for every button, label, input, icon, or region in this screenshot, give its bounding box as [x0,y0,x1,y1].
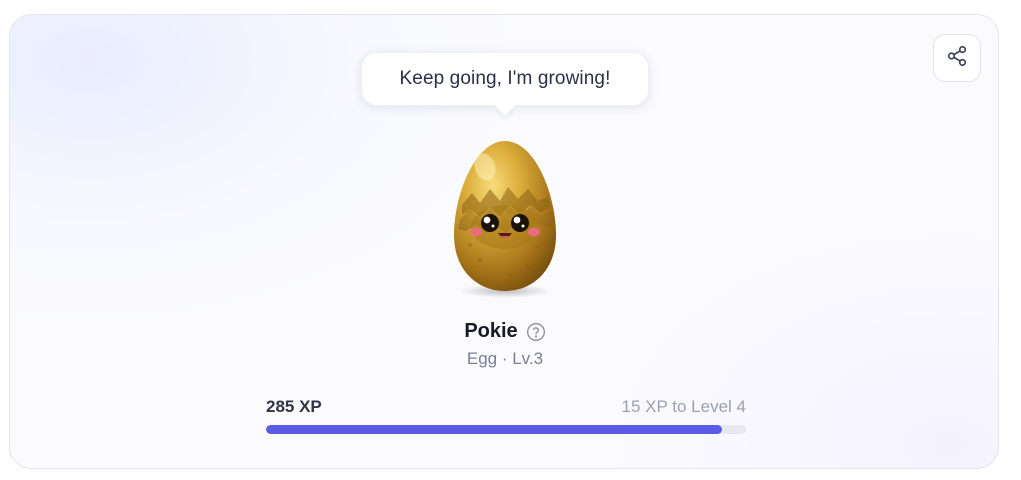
xp-progress-fill [266,425,722,434]
pet-egg-image[interactable] [440,135,570,300]
pet-stage-level: Egg · Lv.3 [466,349,544,368]
share-icon [946,45,968,72]
speech-bubble: Keep going, I'm growing! [361,52,649,116]
pet-name: Pokie [464,320,518,342]
xp-current: 285 XP [266,397,322,416]
speech-bubble-text: Keep going, I'm growing! [399,68,611,89]
xp-row: 285 XP 15 XP to Level 4 [266,397,746,417]
xp-progress-bar [266,425,746,434]
help-circle-icon[interactable] [526,322,546,342]
pet-name-row: Pokie [10,320,998,343]
pet-card: Keep going, I'm growing! Pokie Egg · Lv.… [9,14,999,469]
speech-bubble-tail [495,96,515,116]
share-button[interactable] [933,34,981,82]
xp-to-next-level: 15 XP to Level 4 [621,397,746,416]
